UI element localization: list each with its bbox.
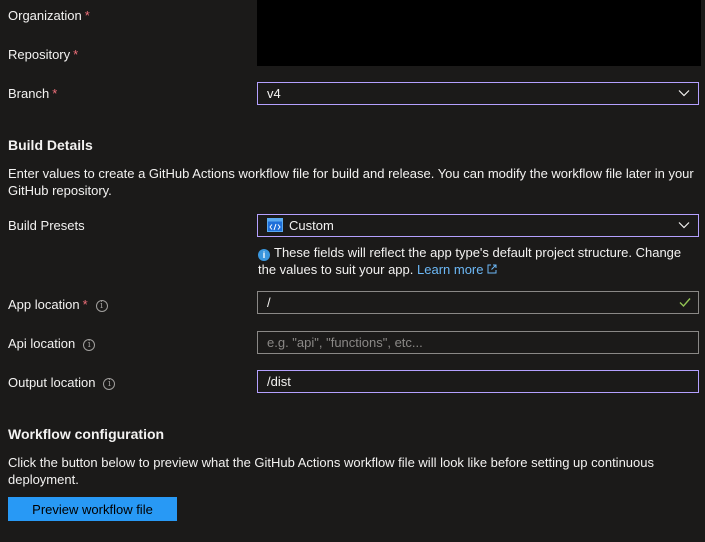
info-icon[interactable]: i xyxy=(95,300,108,312)
output-location-value: /dist xyxy=(267,374,291,389)
required-mark: * xyxy=(73,47,79,62)
api-location-placeholder: e.g. "api", "functions", etc... xyxy=(267,335,423,350)
organization-label: Organization * xyxy=(8,8,90,23)
build-details-description: Enter values to create a GitHub Actions … xyxy=(8,166,694,198)
chevron-down-icon xyxy=(678,90,690,97)
output-location-input[interactable]: /dist xyxy=(257,370,699,393)
app-location-input[interactable]: / xyxy=(257,291,699,314)
workflow-description: Click the button below to preview what t… xyxy=(8,455,654,487)
required-mark: * xyxy=(82,297,88,312)
workflow-configuration-heading: Workflow configuration xyxy=(8,426,165,442)
output-location-label: Output location i xyxy=(8,375,116,391)
branch-value: v4 xyxy=(267,86,281,101)
app-location-value: / xyxy=(267,295,271,310)
redacted-org-repo-fields xyxy=(257,0,701,66)
info-icon[interactable]: i xyxy=(83,339,96,351)
custom-preset-icon xyxy=(267,218,283,232)
app-location-label: App location * i xyxy=(8,297,108,313)
learn-more-link[interactable]: Learn more xyxy=(417,262,497,277)
checkmark-icon xyxy=(679,298,691,308)
build-details-heading: Build Details xyxy=(8,137,93,153)
branch-label: Branch * xyxy=(8,86,58,101)
required-mark: * xyxy=(52,86,58,101)
presets-info-note: i These fields will reflect the app type'… xyxy=(258,245,682,277)
build-presets-dropdown[interactable]: Custom xyxy=(257,214,699,237)
api-location-label: Api location i xyxy=(8,336,96,352)
repository-label: Repository * xyxy=(8,47,79,62)
external-link-icon xyxy=(487,264,497,274)
required-mark: * xyxy=(84,8,90,23)
api-location-input[interactable]: e.g. "api", "functions", etc... xyxy=(257,331,699,354)
branch-dropdown[interactable]: v4 xyxy=(257,82,699,105)
preview-workflow-button[interactable]: Preview workflow file xyxy=(8,497,177,521)
info-icon: i xyxy=(258,249,270,261)
chevron-down-icon xyxy=(678,222,690,229)
info-icon[interactable]: i xyxy=(103,378,116,390)
build-presets-value: Custom xyxy=(289,218,334,233)
build-presets-label: Build Presets xyxy=(8,218,85,233)
